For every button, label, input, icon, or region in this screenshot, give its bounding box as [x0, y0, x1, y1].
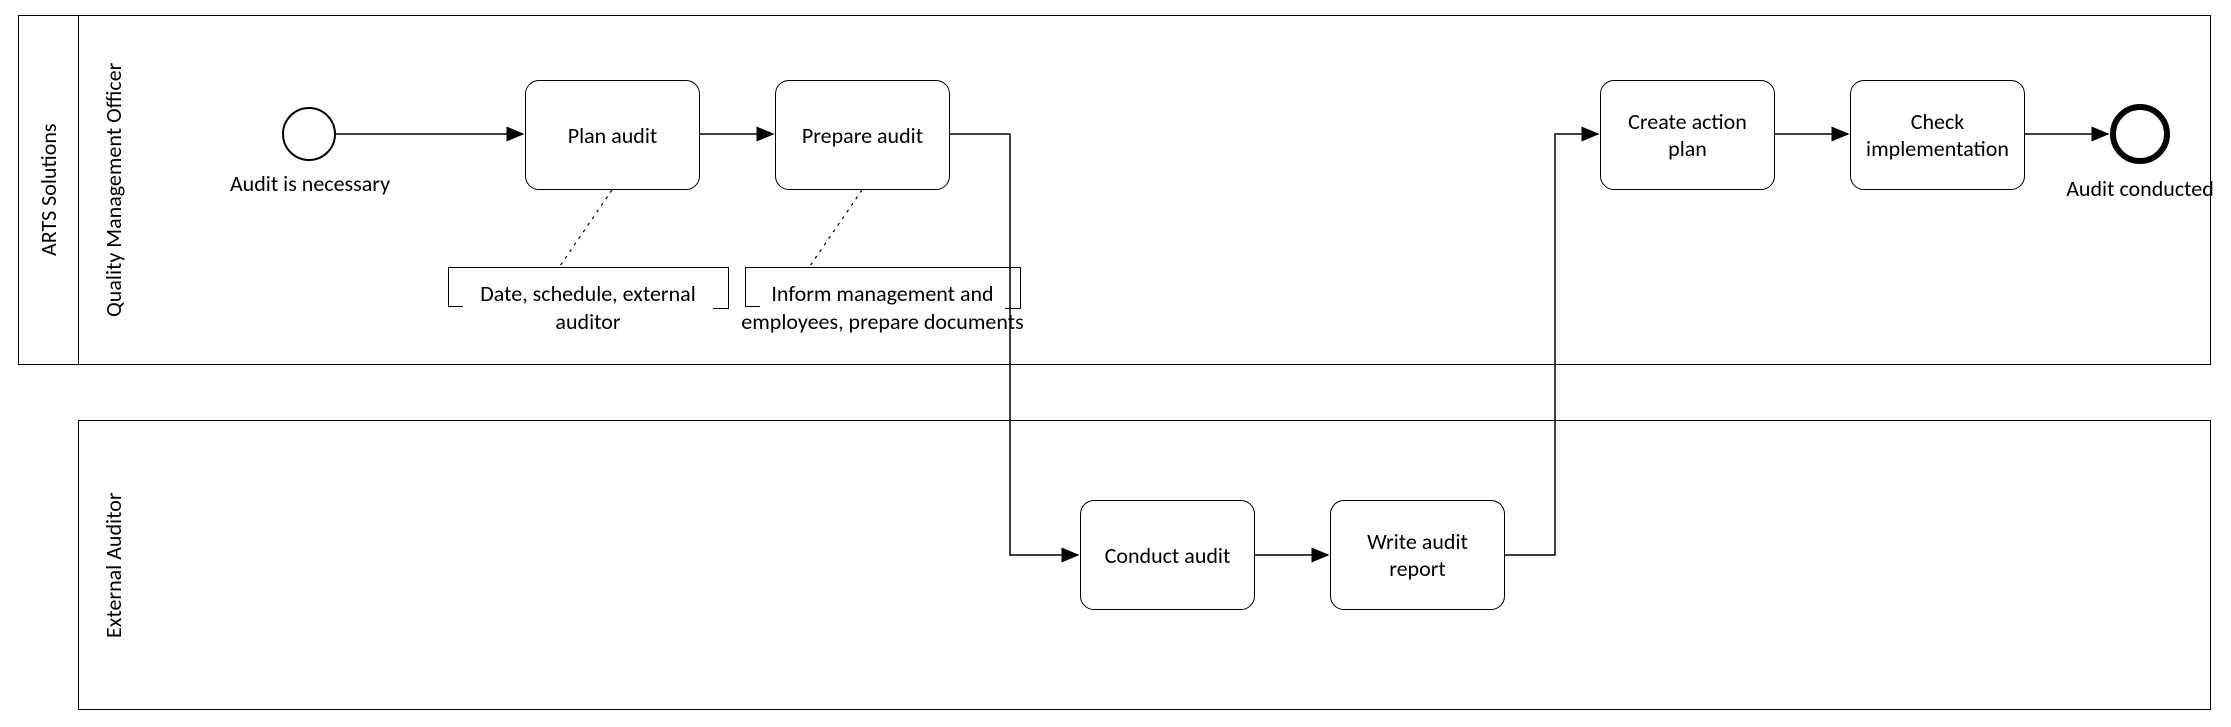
pool-title-arts: ARTS Solutions: [18, 15, 78, 365]
task-checkimpl-label: Check implementation: [1857, 108, 2018, 162]
lane-qmo-label: Quality Management Officer: [100, 63, 127, 317]
lane-ext-label: External Auditor: [100, 492, 127, 638]
task-check-implementation: Check implementation: [1850, 80, 2025, 190]
end-event-label: Audit conducted: [2050, 175, 2230, 203]
start-event-label: Audit is necessary: [210, 170, 410, 198]
task-prepare-label: Prepare audit: [802, 122, 923, 149]
annotation-prepare-label: Inform management and employees, prepare…: [741, 280, 1023, 335]
end-event-text: Audit conducted: [2066, 175, 2214, 202]
annotation-top-plan: [463, 267, 728, 268]
annotation-top-prepare: [760, 267, 1020, 268]
annotation-plan-text: Date, schedule, external auditor: [448, 280, 728, 335]
task-conduct-audit: Conduct audit: [1080, 500, 1255, 610]
pool-title-label: ARTS Solutions: [35, 124, 62, 257]
task-create-action-plan: Create action plan: [1600, 80, 1775, 190]
lane-title-qmo: Quality Management Officer: [78, 15, 148, 365]
start-event: [282, 107, 336, 161]
task-write-audit-report: Write audit report: [1330, 500, 1505, 610]
task-plan-label: Plan audit: [568, 122, 658, 149]
lane-title-ext: External Auditor: [78, 420, 148, 710]
task-conduct-label: Conduct audit: [1105, 542, 1231, 569]
end-event: [2110, 104, 2170, 164]
annotation-prepare-text: Inform management and employees, prepare…: [740, 280, 1025, 335]
annotation-plan-label: Date, schedule, external auditor: [480, 280, 696, 335]
task-createplan-label: Create action plan: [1607, 108, 1768, 162]
task-plan-audit: Plan audit: [525, 80, 700, 190]
task-writereport-label: Write audit report: [1337, 528, 1498, 582]
task-prepare-audit: Prepare audit: [775, 80, 950, 190]
bpmn-canvas: ARTS Solutions Quality Management Office…: [0, 0, 2231, 727]
start-event-text: Audit is necessary: [230, 170, 390, 197]
